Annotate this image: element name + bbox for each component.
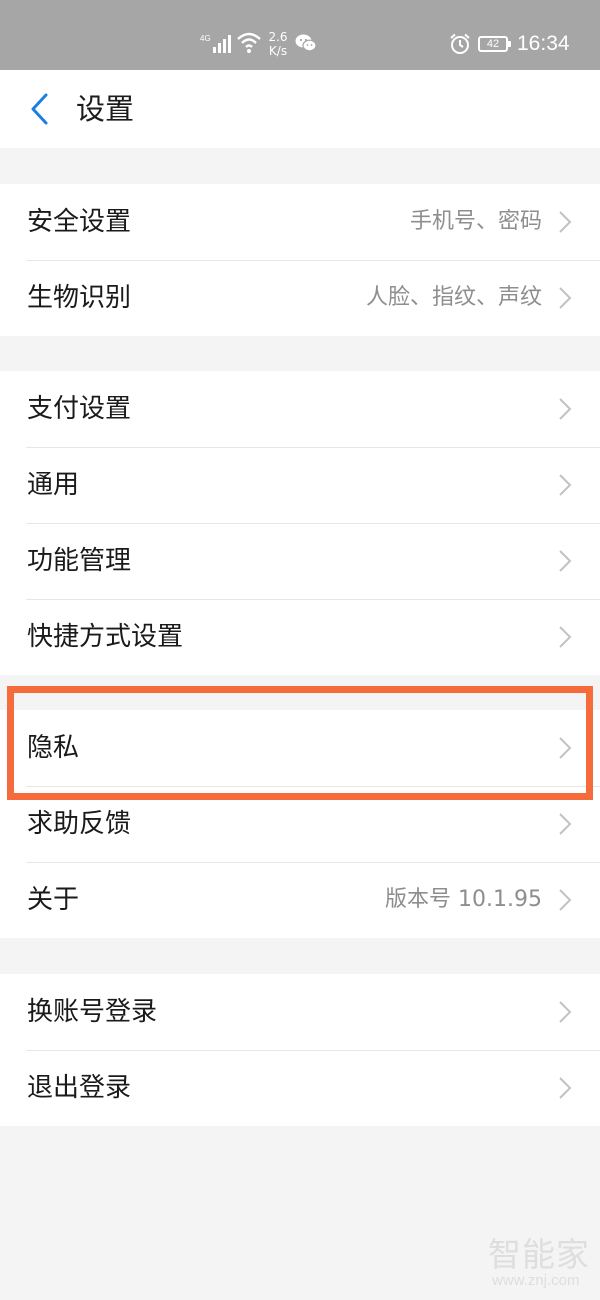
page-title: 设置 (76, 92, 135, 126)
wifi-icon (237, 32, 261, 53)
settings-item-general[interactable]: 通用 (0, 447, 600, 523)
settings-item-features[interactable]: 功能管理 (0, 523, 600, 599)
signal-icon: 4G (200, 34, 231, 53)
chevron-right-icon (559, 287, 572, 309)
settings-item-biometrics[interactable]: 生物识别 人脸、指纹、声纹 (0, 260, 600, 336)
settings-item-label: 功能管理 (27, 546, 132, 576)
settings-item-label: 关于 (27, 885, 80, 915)
battery-icon: 42 (478, 36, 511, 52)
settings-item-security[interactable]: 安全设置 手机号、密码 (0, 184, 600, 260)
settings-item-logout[interactable]: 退出登录 (0, 1050, 600, 1126)
speed-value: 2.6 (268, 30, 288, 44)
status-bar: 4G 2.6 K/s 42 16:34 (0, 0, 600, 70)
settings-item-about[interactable]: 关于 版本号 10.1.95 (0, 862, 600, 938)
settings-item-label: 支付设置 (27, 394, 132, 424)
settings-group-general: 支付设置 通用 功能管理 快捷方式设置 (0, 371, 600, 675)
status-time: 16:34 (517, 32, 570, 55)
watermark-logo: 智能家 (488, 1235, 590, 1274)
settings-item-value: 版本号 10.1.95 (385, 887, 542, 912)
speed-unit: K/s (268, 44, 288, 58)
network-label: 4G (200, 34, 211, 43)
settings-item-value: 人脸、指纹、声纹 (365, 285, 542, 310)
app-header: 设置 (0, 70, 600, 148)
settings-item-label: 通用 (27, 470, 80, 500)
chevron-right-icon (559, 813, 572, 835)
highlight-box (7, 686, 593, 800)
chevron-right-icon (559, 550, 572, 572)
settings-item-label: 换账号登录 (27, 997, 158, 1027)
settings-item-value: 手机号、密码 (409, 209, 542, 234)
chevron-right-icon (559, 1001, 572, 1023)
settings-item-label: 安全设置 (27, 207, 132, 237)
settings-item-label: 快捷方式设置 (27, 622, 184, 652)
settings-group-session: 换账号登录 退出登录 (0, 974, 600, 1126)
chevron-right-icon (559, 626, 572, 648)
settings-item-label: 求助反馈 (27, 809, 132, 839)
chevron-right-icon (559, 211, 572, 233)
settings-item-payment[interactable]: 支付设置 (0, 371, 600, 447)
settings-item-label: 退出登录 (27, 1073, 132, 1103)
settings-item-label: 生物识别 (27, 283, 132, 313)
settings-item-switch-account[interactable]: 换账号登录 (0, 974, 600, 1050)
watermark-url: www.znj.com (492, 1272, 580, 1289)
wechat-icon (295, 34, 317, 52)
network-speed: 2.6 K/s (265, 30, 291, 58)
chevron-right-icon (559, 398, 572, 420)
settings-item-shortcuts[interactable]: 快捷方式设置 (0, 599, 600, 675)
chevron-right-icon (559, 1077, 572, 1099)
chevron-right-icon (559, 889, 572, 911)
back-icon[interactable] (26, 92, 52, 126)
chevron-right-icon (559, 474, 572, 496)
settings-group-account: 安全设置 手机号、密码 生物识别 人脸、指纹、声纹 (0, 184, 600, 336)
alarm-icon (450, 33, 470, 54)
